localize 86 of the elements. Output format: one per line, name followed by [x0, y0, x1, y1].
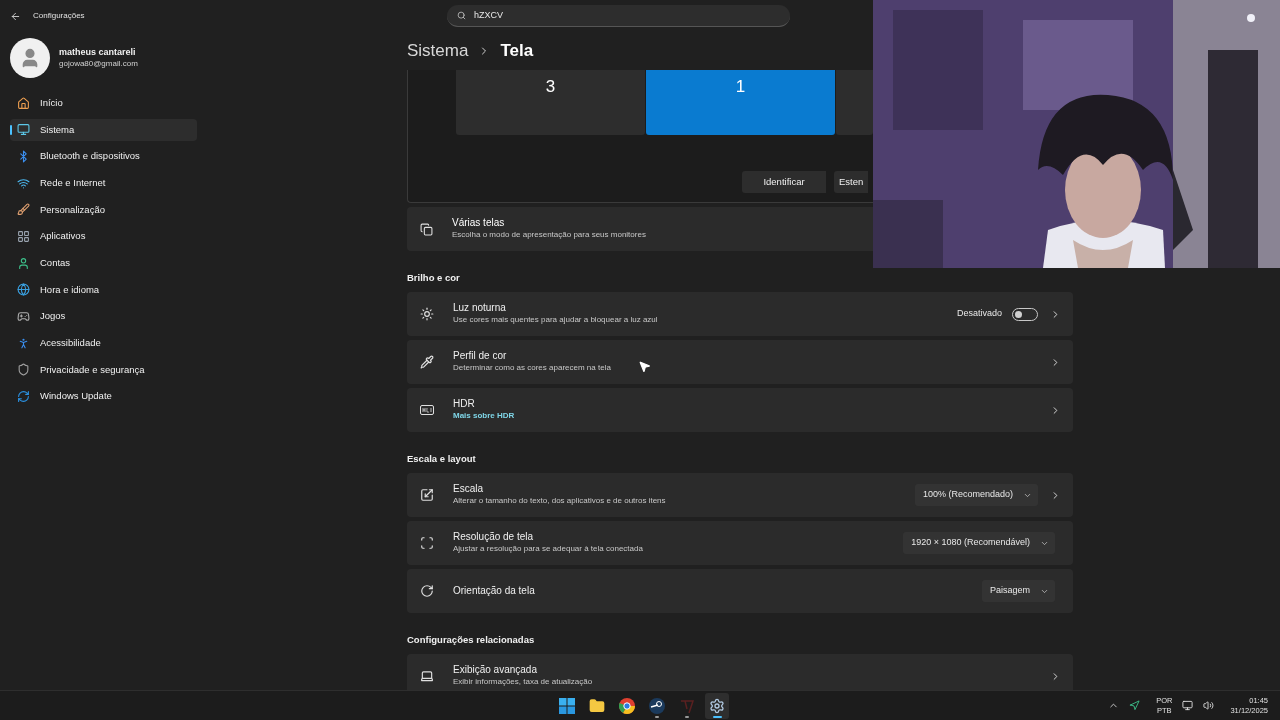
nav-item[interactable]: Aplicativos [10, 225, 197, 248]
setting-title: Escala [453, 483, 483, 495]
monitor-tile[interactable]: 3 [456, 70, 645, 135]
setting-description: Exibir informações, taxa de atualização [453, 676, 593, 688]
toggle-status: Desativado [956, 307, 1002, 321]
search-field[interactable]: hZXCV [447, 5, 790, 27]
gamepad-icon [17, 310, 30, 323]
volume-icon[interactable] [1203, 700, 1215, 711]
globe-icon [17, 283, 30, 297]
nav-item[interactable]: Sistema [10, 118, 197, 141]
back-icon[interactable] [10, 10, 21, 22]
setting-title: Exibição avançada [453, 664, 537, 676]
section-heading: Configurações relacionadas [407, 632, 536, 647]
setting-description: Determinar como as cores aparecem na tela [453, 362, 611, 374]
section-heading: Brilho e cor [407, 270, 461, 285]
home-icon [17, 96, 30, 110]
nav-item[interactable]: Windows Update [10, 385, 197, 408]
dropdown[interactable]: Paisagem [981, 580, 1055, 602]
action-button[interactable]: Esten [834, 171, 869, 193]
app-icon [679, 697, 695, 714]
dropdown[interactable]: 1920 × 1080 (Recomendável) [903, 532, 1055, 554]
location-icon[interactable] [1129, 700, 1141, 711]
nav-item[interactable]: Bluetooth e dispositivos [10, 145, 197, 168]
setting-row[interactable]: Resolução de tela Ajustar a resolução para se adequar à tela conectada 1920 × 1080 (Recomendável) [407, 521, 1073, 565]
action-button[interactable]: Identificar [742, 171, 826, 193]
user-name: matheus cantareli [59, 46, 137, 58]
search-icon [457, 11, 466, 20]
displays-icon [420, 222, 433, 236]
nav-item[interactable]: Rede e Internet [10, 172, 197, 195]
setting-title: Luz noturna [453, 302, 506, 314]
setting-title: Várias telas [452, 217, 506, 229]
avatar [10, 38, 50, 78]
nav-item[interactable]: Privacidade e segurança [10, 358, 197, 381]
setting-title: Resolução de tela [453, 531, 534, 543]
setting-description: Escolha o modo de apresentação para seus monitores [452, 229, 646, 241]
monitor-icon [17, 123, 30, 137]
settings-icon [709, 697, 725, 714]
setting-row[interactable]: Várias telas Escolha o modo de apresentação para seus monitores [407, 207, 873, 251]
setting-row[interactable]: Escala Alterar o tamanho do texto, dos aplicativos e de outros itens 100% (Recomendado) [407, 473, 1073, 517]
nav-item[interactable]: Jogos [10, 305, 197, 328]
nav-item[interactable]: Personalização [10, 198, 197, 221]
wifi-icon [17, 176, 30, 190]
setting-row[interactable]: HDR Mais sobre HDR [407, 388, 1073, 432]
user-icon [17, 256, 30, 270]
page-title: Tela [500, 40, 534, 63]
hdr-icon [420, 405, 434, 415]
shield-icon [17, 363, 30, 377]
setting-row[interactable]: Exibição avançada Exibir informações, taxa de atualização [407, 654, 1073, 690]
apps-icon [17, 229, 30, 243]
mouse-cursor-icon [638, 360, 651, 373]
setting-row[interactable]: Perfil de cor Determinar como as cores aparecem na tela [407, 340, 1073, 384]
setting-title: Orientação da tela [453, 585, 535, 597]
sun-icon [420, 307, 434, 321]
setting-description: Ajustar a resolução para se adequar à tela conectada [453, 543, 643, 555]
nav-item[interactable]: Hora e idioma [10, 278, 197, 301]
nav-item[interactable]: Acessibilidade [10, 332, 197, 355]
browser-icon [619, 697, 635, 714]
window-title: Configurações [33, 10, 86, 22]
section-heading: Escala e layout [407, 451, 477, 466]
bluetooth-icon [17, 149, 30, 163]
laptop-icon [420, 669, 434, 683]
steam-icon [649, 697, 665, 714]
accessibility-icon [17, 336, 30, 350]
monitor-tile[interactable] [836, 70, 873, 135]
taskbar-app[interactable] [705, 692, 729, 719]
breadcrumb-parent[interactable]: Sistema [407, 38, 469, 64]
user-email: gojowa80@gmail.com [59, 58, 138, 70]
setting-description: Alterar o tamanho do texto, dos aplicativos e de outros itens [453, 495, 666, 507]
monitor-tile[interactable]: 1 [646, 70, 835, 135]
setting-row[interactable]: Luz noturna Use cores mais quentes para ajudar a bloquear a luz azul Desativado [407, 292, 1073, 336]
setting-title: HDR [453, 398, 475, 410]
refresh-icon [17, 390, 30, 404]
resolution-icon [420, 536, 434, 550]
nav-item[interactable]: Contas [10, 252, 197, 275]
brush-icon [17, 203, 30, 217]
scaling-icon [420, 488, 434, 502]
pipette-icon [420, 355, 434, 369]
windows-logo-icon [559, 697, 575, 714]
setting-row[interactable]: Orientação da tela Paisagem [407, 569, 1073, 613]
rotate-icon [420, 584, 434, 598]
setting-description: Use cores mais quentes para ajudar a bloquear a luz azul [453, 314, 658, 326]
setting-title: Perfil de cor [453, 350, 507, 362]
nav-item[interactable]: Início [10, 92, 197, 114]
dropdown[interactable]: 100% (Recomendado) [914, 484, 1038, 506]
folder-icon [589, 697, 605, 714]
learn-more-link[interactable]: Mais sobre HDR [453, 410, 515, 422]
